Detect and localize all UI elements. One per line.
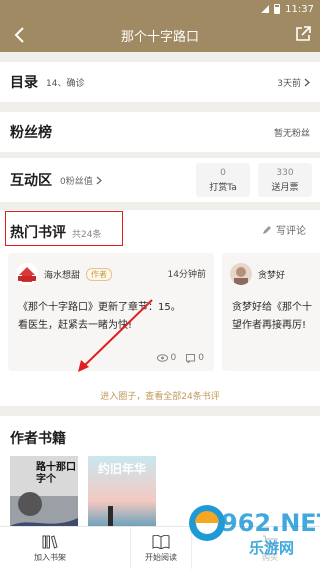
back-icon[interactable]	[10, 25, 30, 45]
avatar	[230, 263, 252, 285]
review-card[interactable]: 贪梦好 贪梦好给《那个十字 望作者再接再厉!	[222, 253, 320, 371]
write-review-label: 写评论	[276, 226, 306, 237]
tip-label: 打赏Ta	[209, 182, 237, 193]
author-books-title: 作者书籍	[10, 431, 66, 447]
start-reading-label: 开始阅读	[145, 552, 177, 562]
page-title: 那个十字路口	[120, 29, 199, 45]
review-text-line: 《那个十字路口》更新了章节：15。	[18, 302, 181, 313]
tip-button[interactable]: 0 打赏Ta	[196, 163, 250, 197]
catalog-title: 目录	[10, 75, 38, 91]
pen-icon	[263, 225, 271, 234]
comment-icon	[186, 353, 196, 363]
hot-reviews-title: 热门书评	[10, 225, 66, 241]
bookshelf-icon	[42, 534, 58, 549]
updated-time: 3天前	[277, 78, 301, 89]
battery-icon	[274, 4, 281, 14]
signal-icon	[261, 5, 270, 13]
svg-text:962.NET: 962.NET	[221, 509, 320, 537]
interaction-row: 互动区 0粉丝值 0 打赏Ta 330 送月票	[0, 158, 320, 202]
interaction-title: 互动区	[10, 173, 52, 189]
site-watermark-logo: 962.NET 乐游网	[185, 493, 320, 561]
ticket-label: 送月票	[271, 182, 299, 193]
comments-stat: 0	[186, 353, 204, 363]
review-card[interactable]: 海水想甜 作者 14分钟前 《那个十字路口》更新了章节：15。 看医生，赶紧去一…	[8, 253, 214, 371]
hot-reviews-section: 热门书评 共24条 写评论 海水想甜 作者 14分钟前 《那个十字路口》更新了章…	[0, 210, 320, 406]
book-cover-title: 约旧年华	[98, 462, 147, 476]
fans-row[interactable]: 粉丝榜 暂无粉丝	[0, 112, 320, 152]
status-bar: 11:37	[0, 0, 320, 18]
book-cover-title: 路十那口字个	[36, 462, 76, 485]
share-icon[interactable]	[294, 25, 312, 43]
fans-empty-text: 暂无粉丝	[273, 128, 310, 139]
fan-value-link[interactable]: 0粉丝值	[60, 174, 102, 187]
views-count: 0	[170, 353, 177, 363]
review-count: 共24条	[72, 230, 102, 240]
fan-value: 0粉丝值	[60, 176, 93, 187]
latest-chapter: 14、确诊	[46, 78, 85, 89]
review-user: 海水想甜	[44, 270, 81, 281]
title-bar: 那个十字路口	[0, 18, 320, 52]
review-time: 14分钟前	[167, 270, 206, 280]
write-review-button[interactable]: 写评论	[262, 222, 306, 237]
author-badge: 作者	[86, 267, 113, 281]
chevron-right-icon	[96, 176, 102, 184]
avatar	[16, 263, 38, 285]
start-reading-button[interactable]: 开始阅读	[130, 527, 192, 569]
svg-text:乐游网: 乐游网	[249, 539, 294, 557]
views-stat: 0	[156, 353, 177, 363]
monthly-ticket-button[interactable]: 330 送月票	[258, 163, 312, 197]
add-to-shelf-label: 加入书架	[34, 552, 66, 562]
fans-title: 粉丝榜	[10, 125, 52, 141]
see-all-reviews-link[interactable]: 进入圈子，查看全部24条书评	[0, 389, 320, 402]
comments-count: 0	[198, 353, 204, 363]
review-user: 贪梦好	[258, 270, 286, 281]
tip-count: 0	[220, 167, 226, 178]
review-text-line: 望作者再接再厉!	[232, 320, 307, 331]
review-text-line: 看医生，赶紧去一睹为快!	[18, 320, 133, 331]
eye-icon	[156, 354, 168, 362]
catalog-row[interactable]: 目录 14、确诊 3天前	[0, 62, 320, 102]
add-to-shelf-button[interactable]: 加入书架	[20, 527, 80, 569]
chevron-right-icon	[304, 78, 310, 86]
ticket-count: 330	[276, 167, 294, 178]
status-time: 11:37	[285, 3, 314, 15]
review-text-line: 贪梦好给《那个十字	[232, 302, 312, 313]
open-book-icon	[152, 534, 170, 549]
